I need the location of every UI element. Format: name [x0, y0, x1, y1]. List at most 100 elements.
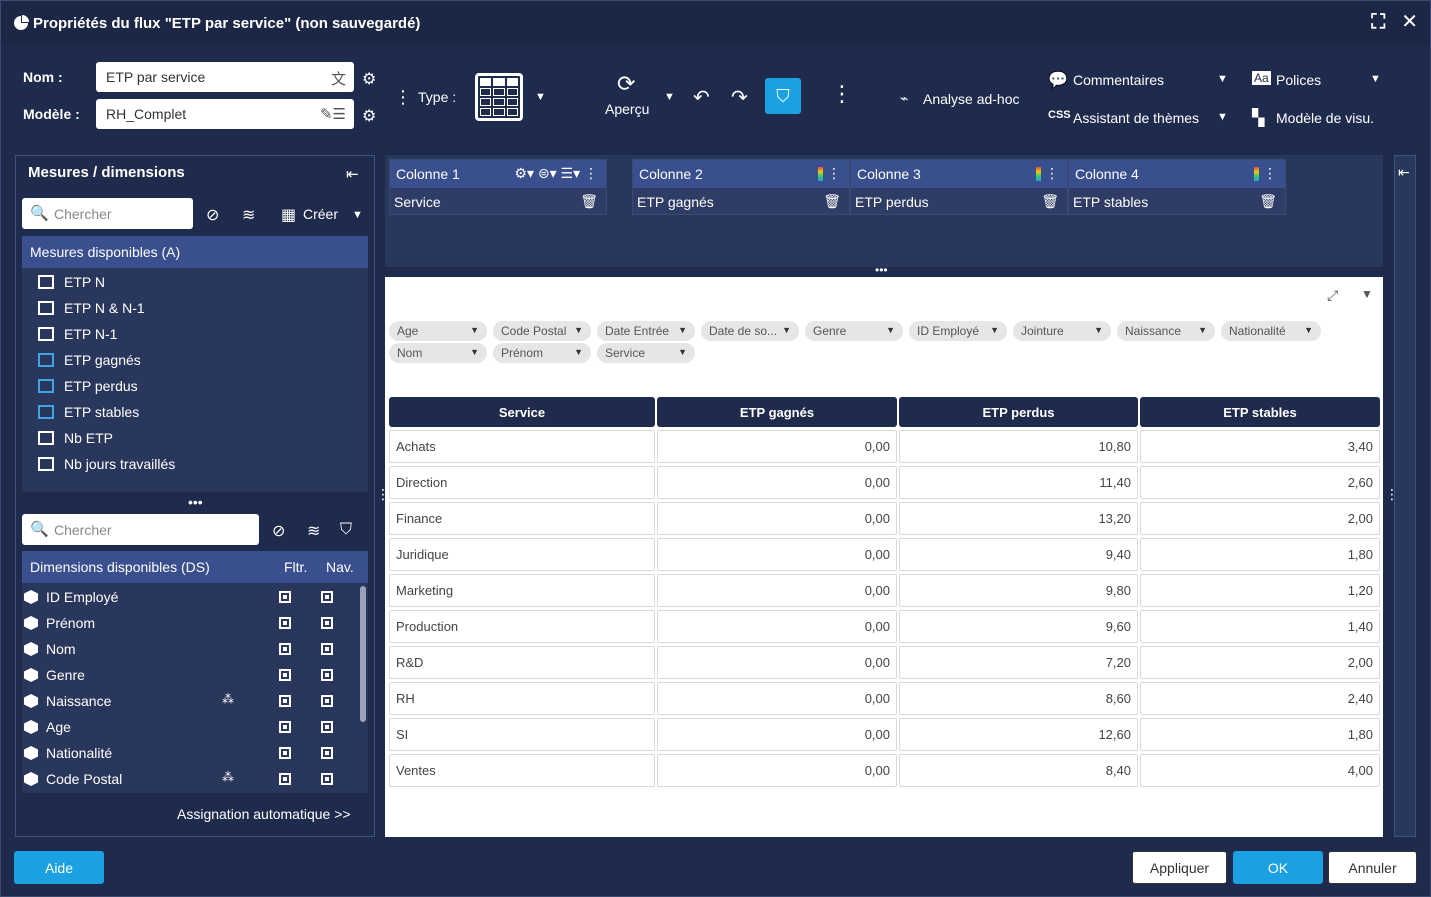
- list-item-dimension[interactable]: Nom: [24, 639, 76, 659]
- column-card[interactable]: Colonne 4 ⋮ ETP stables 🗑: [1068, 159, 1286, 215]
- commentaires-caret[interactable]: ▼: [1217, 73, 1228, 85]
- more-vertical-icon[interactable]: ⋮: [1045, 165, 1059, 182]
- redo-icon[interactable]: ↷: [731, 85, 748, 110]
- trash-icon[interactable]: 🗑: [823, 193, 841, 210]
- more-vertical-icon[interactable]: ⋮: [827, 165, 841, 182]
- nav-checkbox[interactable]: [321, 747, 333, 759]
- list-item-mesure[interactable]: ETP N-1: [38, 324, 117, 344]
- apercu-label[interactable]: Aperçu: [605, 101, 649, 117]
- list-item-mesure[interactable]: ETP N: [38, 272, 105, 292]
- ok-button[interactable]: OK: [1233, 851, 1323, 884]
- more-vertical-icon[interactable]: ⋮: [1263, 165, 1277, 182]
- filter-checkbox[interactable]: [279, 669, 291, 681]
- translate-icon[interactable]: 文: [331, 68, 346, 89]
- nav-checkbox[interactable]: [321, 591, 333, 603]
- trash-icon[interactable]: 🗑: [1041, 193, 1059, 210]
- modele-settings-icon[interactable]: ⚙: [362, 106, 376, 126]
- nav-checkbox[interactable]: [321, 617, 333, 629]
- dim-layers-icon[interactable]: ≋: [307, 521, 320, 541]
- filter-checkbox[interactable]: [279, 721, 291, 733]
- column-header[interactable]: Colonne 3 ⋮: [851, 160, 1067, 188]
- table-header-cell[interactable]: Service: [389, 397, 655, 427]
- list-item-dimension[interactable]: Nationalité: [24, 743, 112, 763]
- filter-checkbox[interactable]: [279, 591, 291, 603]
- color-scale-icon[interactable]: [1036, 167, 1041, 181]
- creer-caret[interactable]: ▼: [352, 209, 363, 221]
- list-item-dimension[interactable]: Prénom: [24, 613, 95, 633]
- dimensions-scrollbar[interactable]: [360, 586, 366, 722]
- filter-chip[interactable]: Nationalité ▼: [1221, 321, 1321, 341]
- hide-unused-icon[interactable]: ⊘: [206, 205, 219, 225]
- filter-chip[interactable]: Prénom ▼: [493, 343, 591, 363]
- auto-assign-link[interactable]: Assignation automatique >>: [177, 806, 351, 822]
- layers-icon[interactable]: ≋: [242, 205, 255, 225]
- table-type-icon[interactable]: [475, 73, 523, 121]
- creer-button[interactable]: Créer: [303, 206, 338, 222]
- filter-chip[interactable]: Code Postal ▼: [493, 321, 591, 341]
- color-scale-icon[interactable]: [818, 167, 823, 181]
- filter-chip[interactable]: Date Entrée ▼: [597, 321, 695, 341]
- edit-list-icon[interactable]: ✎☰: [320, 105, 346, 123]
- list-item-mesure[interactable]: Nb ETP: [38, 428, 113, 448]
- list-item-mesure[interactable]: ETP stables: [38, 402, 139, 422]
- table-header-cell[interactable]: ETP stables: [1140, 397, 1380, 427]
- undo-icon[interactable]: ↶: [693, 85, 710, 110]
- assistant-themes-button[interactable]: Assistant de thèmes: [1073, 110, 1199, 126]
- polices-caret[interactable]: ▼: [1370, 73, 1381, 85]
- expand-sidebar-icon[interactable]: ⇤: [1398, 164, 1410, 181]
- modele-input[interactable]: RH_Complet ✎☰: [96, 99, 354, 129]
- trash-icon[interactable]: 🗑: [1259, 193, 1277, 210]
- column-header[interactable]: Colonne 4 ⋮: [1069, 160, 1285, 188]
- assistant-caret[interactable]: ▼: [1217, 111, 1228, 123]
- filter-chip[interactable]: ID Employé ▼: [909, 321, 1007, 341]
- list-item-dimension[interactable]: Age: [24, 717, 71, 737]
- column-header[interactable]: Colonne 2 ⋮: [633, 160, 849, 188]
- filter-chip[interactable]: Age ▼: [389, 321, 487, 341]
- filter-chip[interactable]: Jointure ▼: [1013, 321, 1111, 341]
- modele-visu-button[interactable]: Modèle de visu.: [1276, 110, 1374, 126]
- more-vertical-icon[interactable]: ⋮: [394, 87, 412, 108]
- trash-icon[interactable]: 🗑: [580, 193, 598, 210]
- nav-checkbox[interactable]: [321, 695, 333, 707]
- filter-checkbox[interactable]: [279, 643, 291, 655]
- table-header-cell[interactable]: ETP perdus: [899, 397, 1138, 427]
- nav-checkbox[interactable]: [321, 643, 333, 655]
- color-scale-icon[interactable]: [1254, 167, 1259, 181]
- filter-chip[interactable]: Nom ▼: [389, 343, 487, 363]
- expand-preview-icon[interactable]: ⤢: [1327, 287, 1338, 304]
- list-item-dimension[interactable]: Naissance: [24, 691, 111, 711]
- more-options-icon[interactable]: ⋮: [831, 81, 853, 107]
- filter-chip[interactable]: Naissance ▼: [1117, 321, 1215, 341]
- filter-chip[interactable]: Date de so... ▼: [701, 321, 799, 341]
- commentaires-button[interactable]: Commentaires: [1073, 72, 1164, 88]
- list-item-dimension[interactable]: Genre: [24, 665, 85, 685]
- refresh-icon[interactable]: ⟳: [617, 71, 635, 97]
- column-card[interactable]: Colonne 2 ⋮ ETP gagnés 🗑: [632, 159, 850, 215]
- filter-checkbox[interactable]: [279, 617, 291, 629]
- filter-checkbox[interactable]: [279, 747, 291, 759]
- filter-chip[interactable]: Service ▼: [597, 343, 695, 363]
- list-item-dimension[interactable]: Code Postal: [24, 769, 122, 789]
- filter-button[interactable]: ⛉: [765, 78, 801, 114]
- nav-checkbox[interactable]: [321, 773, 333, 785]
- help-button[interactable]: Aide: [14, 851, 104, 884]
- collapse-panel-icon[interactable]: ⇤: [346, 165, 359, 183]
- nav-checkbox[interactable]: [321, 721, 333, 733]
- nav-checkbox[interactable]: [321, 669, 333, 681]
- table-header-cell[interactable]: ETP gagnés: [657, 397, 897, 427]
- columns-splitter-icon[interactable]: •••: [875, 263, 888, 277]
- list-item-dimension[interactable]: ID Employé: [24, 587, 118, 607]
- filter-chip[interactable]: Genre ▼: [805, 321, 903, 341]
- list-item-mesure[interactable]: Nb jours travaillés: [38, 454, 175, 474]
- filter-checkbox[interactable]: [279, 695, 291, 707]
- maximize-icon[interactable]: ⛶: [1371, 11, 1385, 33]
- list-item-mesure[interactable]: ETP perdus: [38, 376, 138, 396]
- dimensions-search-input[interactable]: 🔍 Chercher: [22, 514, 259, 545]
- list-item-mesure[interactable]: ETP N & N-1: [38, 298, 145, 318]
- splitter-handle-icon[interactable]: •••: [188, 494, 203, 510]
- polices-button[interactable]: Polices: [1276, 72, 1321, 88]
- column-header[interactable]: Colonne 1 ⚙▾ ⊜▾ ☰▾ ⋮: [390, 160, 606, 188]
- list-item-mesure[interactable]: ETP gagnés: [38, 350, 141, 370]
- preview-options-caret[interactable]: ▼: [1361, 287, 1373, 301]
- apercu-dropdown-caret[interactable]: ▼: [664, 91, 675, 103]
